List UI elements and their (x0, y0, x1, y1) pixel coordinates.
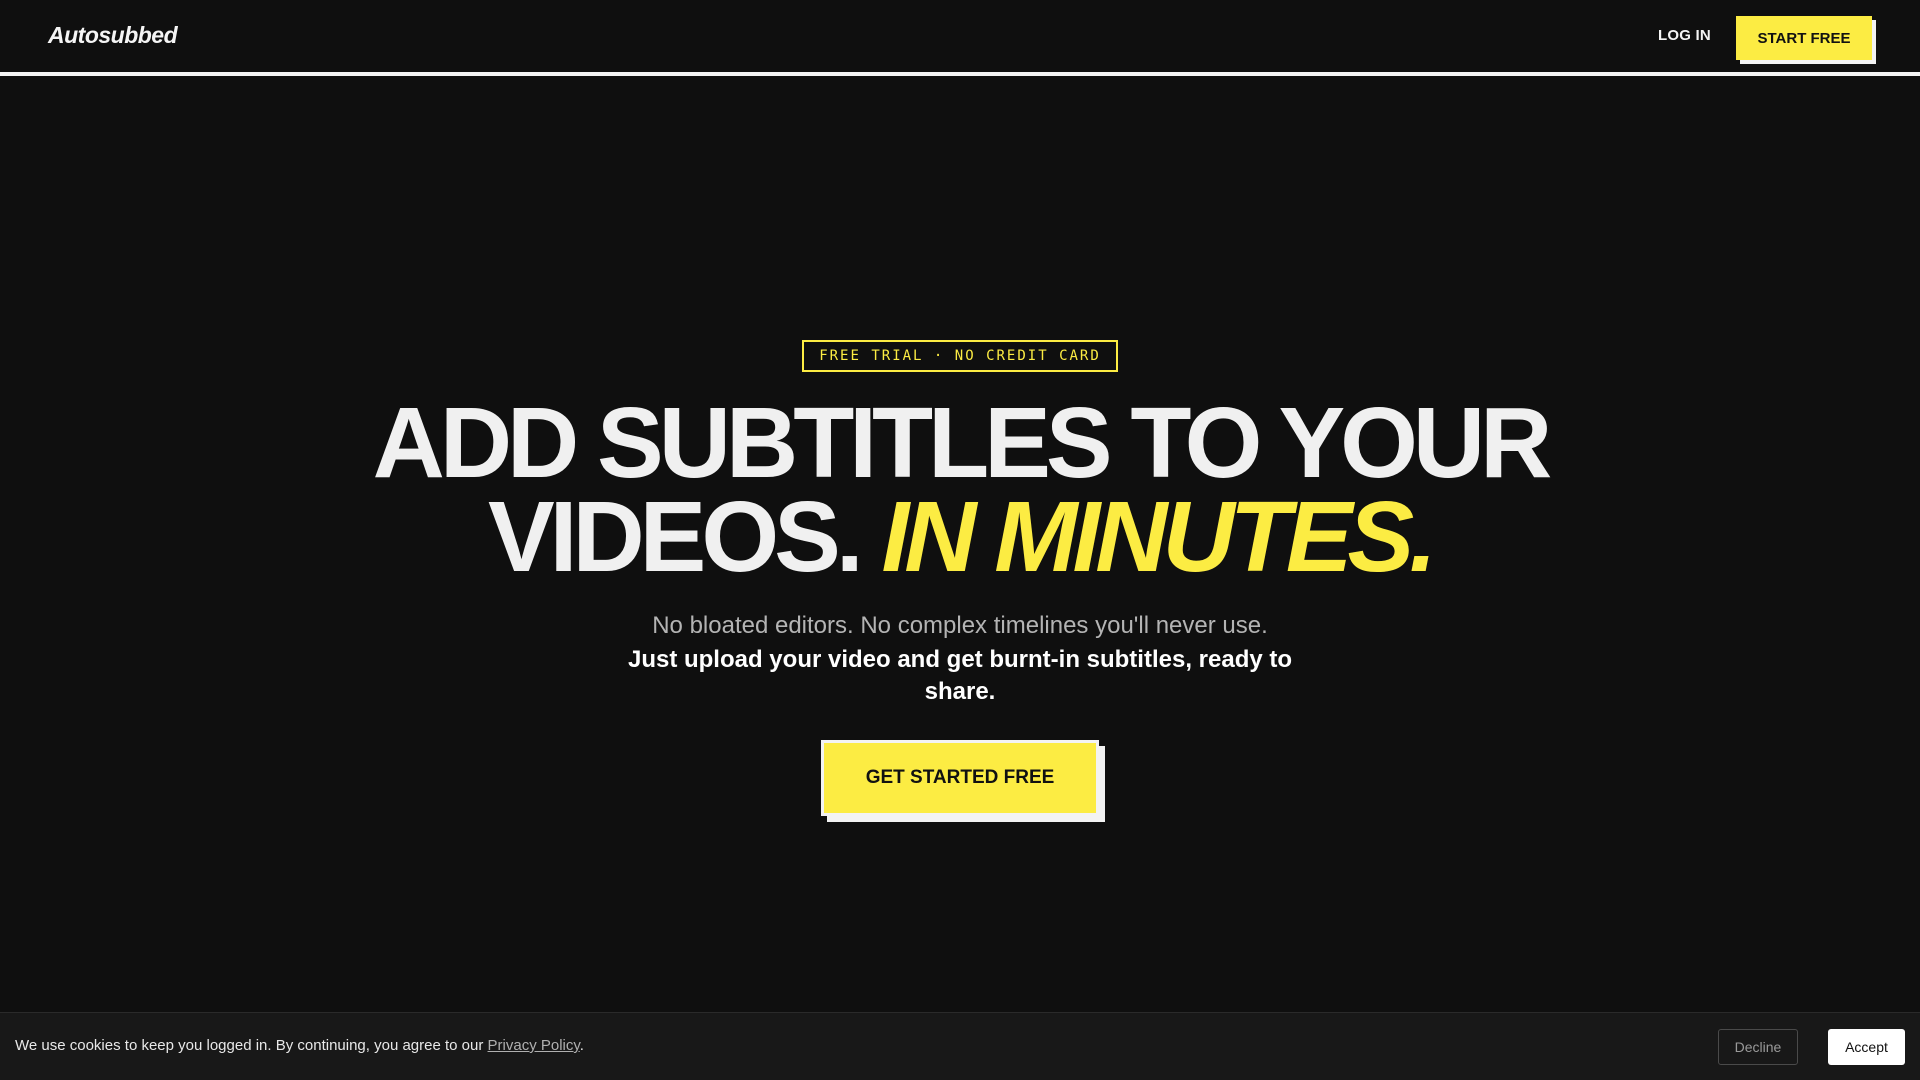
headline-accent: IN MINUTES. (881, 481, 1437, 593)
start-free-button[interactable]: START FREE (1736, 16, 1872, 60)
privacy-policy-link[interactable]: Privacy Policy (488, 1037, 580, 1054)
cookie-banner: We use cookies to keep you logged in. By… (0, 1012, 1920, 1080)
top-nav: Autosubbed LOG IN START FREE (0, 0, 1920, 76)
cookie-message: We use cookies to keep you logged in. By… (15, 1037, 584, 1054)
hero-subtitle-light: No bloated editors. No complex timelines… (652, 612, 1268, 639)
cookie-period: . (579, 1037, 584, 1054)
login-link[interactable]: LOG IN (1658, 27, 1711, 44)
get-started-button[interactable]: GET STARTED FREE (821, 740, 1099, 816)
hero-subtitle-bold: Just upload your video and get burnt-in … (627, 646, 1293, 705)
accept-button[interactable]: Accept (1828, 1029, 1905, 1065)
headline-line-2-plain: VIDEOS. (487, 481, 882, 593)
decline-button[interactable]: Decline (1718, 1029, 1798, 1065)
brand-logo[interactable]: Autosubbed (48, 22, 178, 49)
hero-headline: ADD SUBTITLES TO YOUR VIDEOS. IN MINUTES… (0, 393, 1920, 587)
free-trial-badge: FREE TRIAL · NO CREDIT CARD (802, 340, 1118, 372)
cookie-text: We use cookies to keep you logged in. By… (15, 1037, 488, 1054)
hero-section: FREE TRIAL · NO CREDIT CARD ADD SUBTITLE… (0, 80, 1920, 1010)
